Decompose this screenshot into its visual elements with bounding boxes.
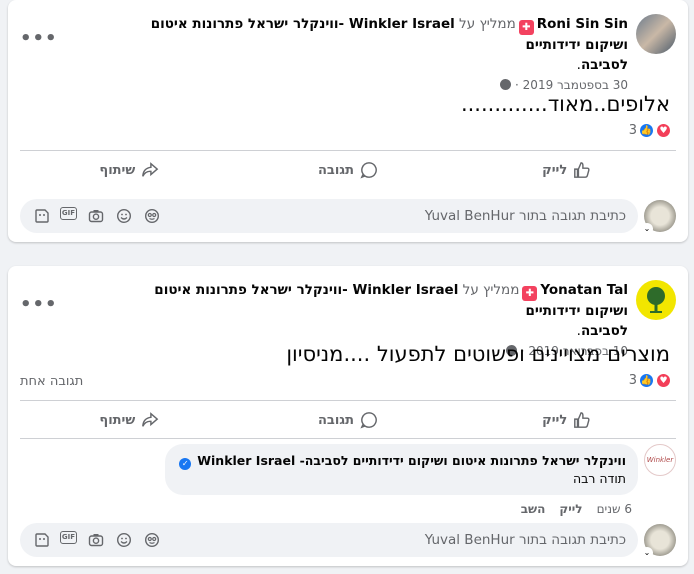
comment-reply-link[interactable]: השב (521, 502, 546, 516)
more-options-icon[interactable]: ••• (20, 28, 58, 49)
comment-placeholder: כתיבת תגובה בתור Yuval BenHur (424, 208, 626, 224)
comment-text: תודה רבה (572, 471, 626, 486)
comment-composer: ⌄ כתיבת תגובה בתור Yuval BenHur GIF (20, 198, 676, 235)
camera-icon[interactable] (86, 531, 105, 550)
action-bar: לייק תגובה שיתוף (20, 402, 676, 438)
divider (20, 438, 676, 439)
sticker-icon[interactable] (32, 207, 51, 226)
composer-tools: GIF (32, 530, 161, 550)
chevron-down-icon[interactable]: ⌄ (641, 223, 653, 235)
like-button[interactable]: לייק (457, 152, 676, 188)
reaction-count: 3 (628, 373, 637, 388)
like-button[interactable]: לייק (457, 402, 676, 438)
comment-label: תגובה (317, 412, 354, 428)
gif-icon[interactable]: GIF (60, 530, 77, 544)
composer-tools: GIF (32, 206, 161, 226)
comment-icon (360, 412, 377, 429)
action-bar: לייק תגובה שיתוף (20, 152, 676, 188)
author-avatar[interactable] (636, 280, 676, 320)
comment-button[interactable]: תגובה (239, 402, 458, 438)
recommends-text: ממליץ על (459, 16, 516, 32)
comment-placeholder: כתיבת תגובה בתור Yuval BenHur (424, 532, 626, 548)
comment-button[interactable]: תגובה (239, 152, 458, 188)
share-button[interactable]: שיתוף (20, 152, 239, 188)
like-label: לייק (542, 412, 568, 428)
comment-meta: 6 שנים לייק השב (521, 502, 632, 516)
post-text: מוצרים מצויינים ופשוטים לתפעול ....מניסי… (286, 342, 670, 366)
thumbs-up-icon (574, 412, 590, 428)
recommend-icon: ✚ (522, 286, 538, 301)
reactions-summary[interactable]: ♥ 👍 3 (629, 122, 672, 139)
love-icon: ♥ (655, 372, 672, 389)
divider (20, 400, 676, 401)
post-header: Roni Sin Sin✚ממליץ על Winkler Israel -וו… (116, 14, 676, 93)
page-name-line2[interactable]: לסביבה (581, 57, 628, 73)
comment-time[interactable]: 6 שנים (597, 502, 632, 516)
comment-input[interactable]: כתיבת תגובה בתור Yuval BenHur GIF (20, 523, 638, 557)
comments-count[interactable]: תגובה אחת (20, 374, 83, 389)
more-options-icon[interactable]: ••• (20, 294, 58, 315)
recommend-icon: ✚ (518, 20, 534, 35)
author-avatar[interactable] (636, 14, 676, 54)
like-label: לייק (542, 162, 568, 178)
emoji-icon[interactable] (114, 207, 133, 226)
verified-icon: ✓ (179, 458, 192, 470)
reaction-count: 3 (628, 123, 637, 138)
share-label: שיתוף (99, 162, 136, 178)
comment-input[interactable]: כתיבת תגובה בתור Yuval BenHur GIF (20, 199, 638, 233)
author-name[interactable]: Yonatan Tal (540, 282, 628, 298)
current-user-avatar[interactable]: ⌄ (641, 524, 676, 559)
globe-icon (500, 79, 512, 90)
comment-icon (360, 162, 377, 179)
share-button[interactable]: שיתוף (20, 402, 239, 438)
avatar-sticker-icon[interactable] (142, 207, 161, 226)
page-name-line2[interactable]: לסביבה (581, 323, 628, 339)
like-icon: 👍 (638, 122, 655, 139)
divider (20, 150, 676, 151)
love-icon: ♥ (655, 122, 672, 139)
chevron-down-icon[interactable]: ⌄ (641, 547, 653, 559)
comment-composer: ⌄ כתיבת תגובה בתור Yuval BenHur GIF (20, 522, 676, 559)
current-user-avatar[interactable]: ⌄ (641, 200, 676, 235)
recommends-text: ממליץ על (462, 282, 520, 298)
share-icon (142, 412, 159, 427)
thumbs-up-icon (574, 162, 590, 178)
camera-icon[interactable] (86, 207, 105, 226)
reactions-summary[interactable]: ♥ 👍 3 (629, 372, 672, 389)
gif-icon[interactable]: GIF (60, 206, 77, 220)
author-name[interactable]: Roni Sin Sin (537, 16, 628, 32)
tree-logo-icon (647, 287, 665, 313)
sticker-icon[interactable] (32, 531, 51, 550)
share-icon (142, 162, 159, 177)
page-avatar[interactable]: Winkler (644, 444, 676, 476)
share-label: שיתוף (99, 412, 136, 428)
comment-author[interactable]: ווינקלר ישראל פתרונות איטום ושיקום ידידו… (197, 453, 626, 468)
emoji-icon[interactable] (114, 531, 133, 550)
comment-thread-item: Winkler ווינקלר ישראל פתרונות איטום ושיק… (116, 444, 676, 495)
review-card-1: Roni Sin Sin✚ממליץ על Winkler Israel -וו… (8, 0, 688, 242)
comment-like-link[interactable]: לייק (559, 502, 582, 516)
like-icon: 👍 (638, 372, 655, 389)
post-text: אלופים..מאוד............. (460, 92, 670, 116)
comment-label: תגובה (317, 162, 354, 178)
review-card-2: Yonatan Tal✚ממליץ על Winkler Israel -ווי… (8, 266, 688, 566)
avatar-sticker-icon[interactable] (142, 531, 161, 550)
comment-bubble: ווינקלר ישראל פתרונות איטום ושיקום ידידו… (165, 444, 638, 495)
